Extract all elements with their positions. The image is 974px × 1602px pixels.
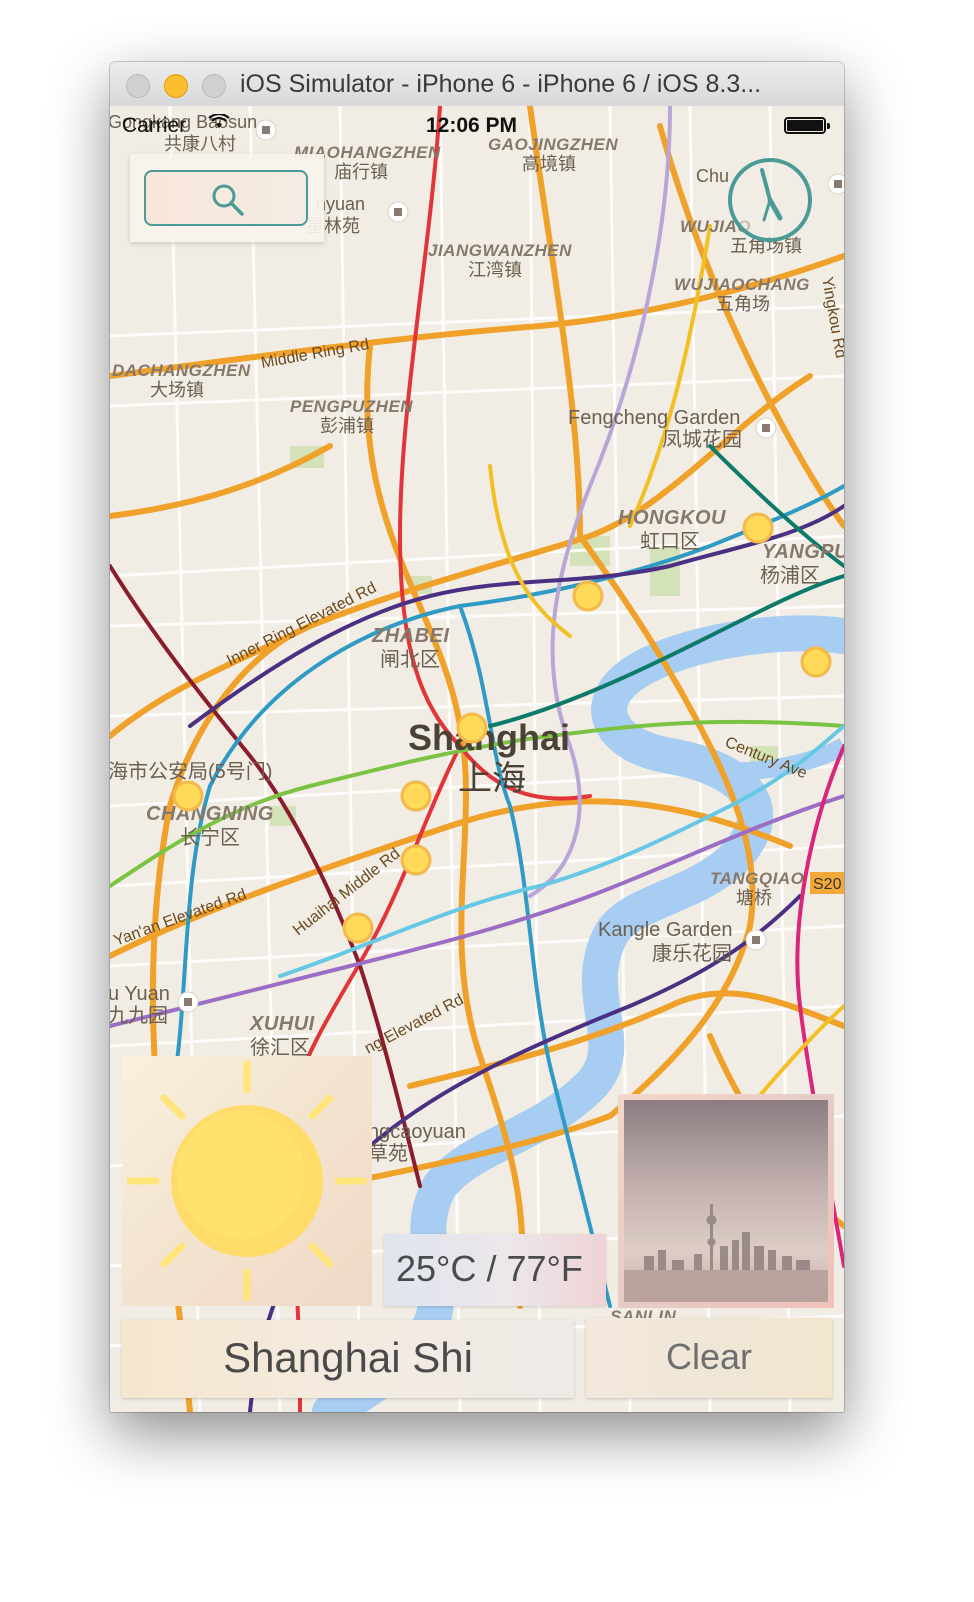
window-title: iOS Simulator - iPhone 6 - iPhone 6 / iO… — [240, 70, 762, 98]
map-label-jiuyuan: u Yuan — [110, 983, 170, 1005]
map-label-tangqiao-cn: 塘桥 — [736, 888, 772, 908]
temperature-text: 25°C / 77°F — [396, 1248, 583, 1289]
map-label-gaojingzhen-cn: 高境镇 — [522, 154, 576, 174]
map-label-jiangwanzhen-cn: 江湾镇 — [468, 260, 522, 280]
clear-button[interactable]: Clear — [586, 1318, 832, 1398]
zoom-window-button[interactable] — [202, 74, 226, 98]
temperature-display: 25°C / 77°F — [384, 1234, 606, 1306]
map-label-shanghai: Shanghai — [408, 717, 570, 758]
map-label-jiangwanzhen: JIANGWANZHEN — [428, 241, 572, 260]
search-icon — [212, 184, 244, 216]
search-panel — [130, 154, 324, 242]
city-photo-frame — [618, 1094, 834, 1308]
sun-icon — [126, 1060, 368, 1302]
map-label-hongkou: HONGKOU — [618, 507, 726, 529]
map-label-shanghai-cn: 上海 — [458, 760, 526, 798]
minimize-window-button[interactable] — [164, 74, 188, 98]
map-label-jiuyuan-cn: 九九园 — [110, 1004, 168, 1027]
map-label-changning-cn: 长宁区 — [180, 826, 240, 849]
map-label-longcaoyuan-cn: 草苑 — [368, 1142, 408, 1165]
status-bar: Carrier 12:06 PM — [110, 106, 844, 146]
map-label-pengpuzhen-cn: 彭浦镇 — [320, 416, 374, 436]
map-label-kangle-cn: 康乐花园 — [652, 942, 732, 965]
map-label-pengpuzhen: PENGPUZHEN — [290, 397, 413, 416]
map-label-tangqiao: TANGQIAO — [710, 869, 804, 888]
map-label-s20: S20 — [813, 876, 842, 893]
city-name-text: Shanghai Shi — [223, 1334, 473, 1381]
map-label-wujiaochang: WUJIAOCHANG — [674, 275, 810, 294]
clock-icon — [728, 158, 812, 242]
map-label-xuhui: XUHUI — [249, 1013, 315, 1035]
title-bar: iOS Simulator - iPhone 6 - iPhone 6 / iO… — [110, 62, 844, 107]
map-label-yangpu-cn: 杨浦区 — [760, 564, 820, 587]
map-label-wujiaochang-cn: 五角场 — [716, 294, 770, 314]
search-button[interactable] — [144, 170, 308, 226]
map-label-longcaoyuan: ngcaoyuan — [368, 1121, 466, 1143]
shanghai-skyline-photo — [624, 1100, 828, 1302]
city-name-field[interactable]: Shanghai Shi — [122, 1320, 574, 1398]
weather-icon-panel — [122, 1056, 372, 1306]
map-label-dachangzhen-cn: 大场镇 — [150, 380, 204, 400]
map-label-fengcheng: Fengcheng Garden — [568, 407, 740, 429]
map-label-fengcheng-cn: 凤城花园 — [662, 428, 742, 451]
map-label-hongkou-cn: 虹口区 — [640, 530, 700, 553]
map-label-chu: Chu — [696, 166, 729, 186]
map-label-changning: CHANGNING — [146, 803, 274, 825]
close-window-button[interactable] — [126, 74, 150, 98]
carrier-label: Carrier — [122, 114, 187, 137]
clear-button-label: Clear — [665, 1336, 753, 1377]
map-label-zhabei-cn: 闸北区 — [380, 648, 440, 671]
battery-icon — [784, 117, 830, 134]
clock-button[interactable] — [726, 156, 814, 244]
map-label-zhabei: ZHABEI — [371, 625, 449, 647]
map-label-yangpu: YANGPU — [762, 541, 844, 563]
simulator-window: iOS Simulator - iPhone 6 - iPhone 6 / iO… — [110, 62, 844, 1412]
map-label-dachangzhen: DACHANGZHEN — [112, 361, 251, 380]
phone-screen: Gongkang Baosun 共康八村 MIAOHANGZHEN 庙行镇 GA… — [110, 106, 844, 1412]
map-label-police: 海市公安局(5号门) — [110, 760, 272, 783]
map-label-kangle: Kangle Garden — [598, 919, 733, 941]
map-label-miaohangzhen-cn: 庙行镇 — [334, 162, 388, 182]
status-time: 12:06 PM — [426, 114, 518, 137]
wifi-icon — [208, 112, 230, 135]
